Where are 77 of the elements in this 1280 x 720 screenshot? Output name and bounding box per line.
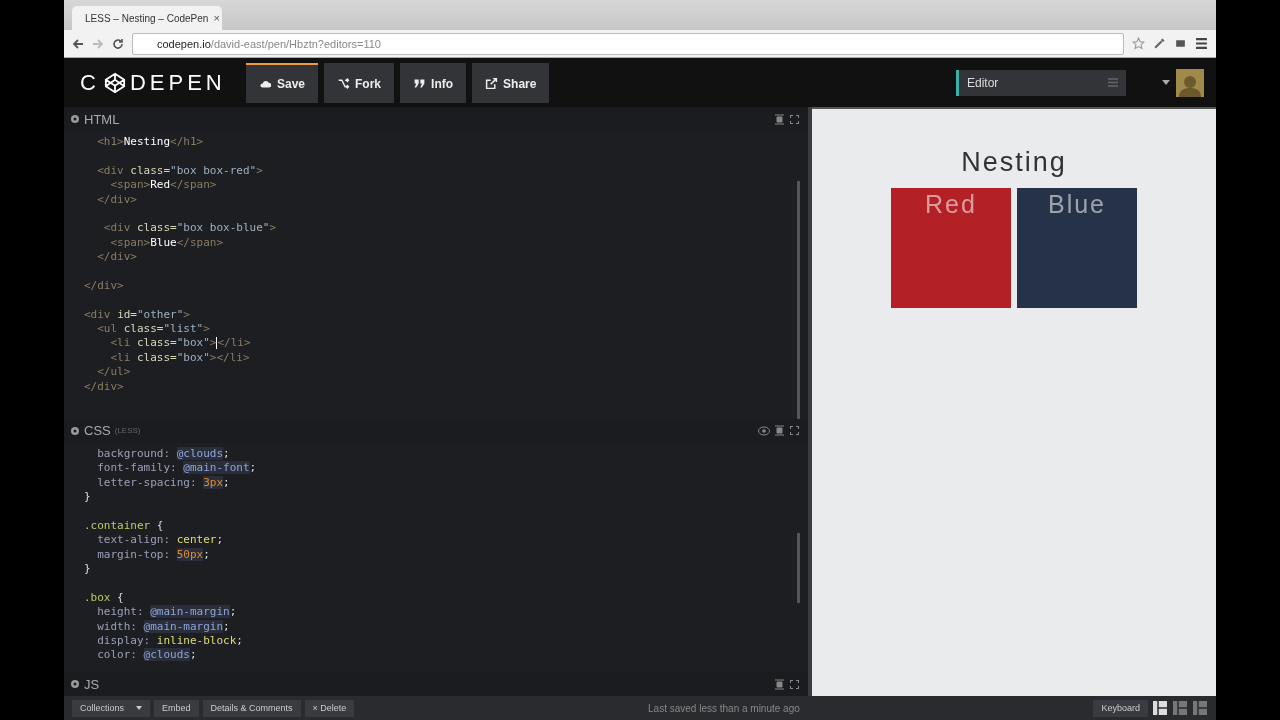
footer-button[interactable]: Collections xyxy=(72,699,151,717)
minimize-icon[interactable] xyxy=(774,678,785,690)
scrollbar[interactable] xyxy=(797,532,800,603)
minimize-icon[interactable] xyxy=(774,425,785,437)
code-line: <span>Blue</span> xyxy=(109,235,224,251)
address-field[interactable]: codepen.io/david-east/pen/Hbztn?editors=110 xyxy=(132,32,1124,55)
view-select[interactable]: Editor xyxy=(956,69,1126,96)
color-box: Blue xyxy=(1017,188,1137,308)
footer-button[interactable]: × Delete xyxy=(304,699,355,717)
code-line: </div> xyxy=(84,278,124,294)
settings-icon[interactable] xyxy=(70,425,80,436)
share-icon xyxy=(485,77,499,90)
color-box: Red xyxy=(891,188,1011,308)
select-value: Editor xyxy=(967,75,999,90)
editor-title: HTML xyxy=(84,111,120,127)
code-line: </div> xyxy=(96,192,137,207)
caret-icon xyxy=(136,706,143,710)
extension-icon[interactable] xyxy=(1153,37,1166,50)
code-line: } xyxy=(84,561,91,577)
minimize-icon[interactable] xyxy=(774,113,785,125)
keyboard-button[interactable]: Keyboard xyxy=(1093,699,1148,717)
caret-icon[interactable] xyxy=(1162,80,1170,85)
code-line: letter-spacing: 3px; xyxy=(96,475,230,490)
avatar[interactable] xyxy=(1176,68,1204,97)
code-line: <ul class="list"> xyxy=(96,322,210,337)
eye-icon[interactable] xyxy=(758,425,770,436)
close-icon[interactable]: × xyxy=(213,12,220,24)
back-icon[interactable] xyxy=(72,37,84,50)
expand-icon[interactable] xyxy=(789,113,800,125)
expand-icon[interactable] xyxy=(789,425,800,437)
footer-button[interactable]: Details & Comments xyxy=(202,699,301,717)
code-line: margin-top: 50px; xyxy=(96,547,210,562)
fork-icon xyxy=(337,77,351,90)
extension-icon[interactable] xyxy=(1174,37,1187,50)
save-status: Last saved less than a minute ago xyxy=(647,702,801,714)
expand-icon[interactable] xyxy=(789,678,800,690)
settings-icon[interactable] xyxy=(70,679,80,689)
toolbar-button[interactable]: Share xyxy=(472,62,550,103)
code-line: height: @main-margin; xyxy=(96,605,237,620)
code-line: background: @clouds; xyxy=(96,446,230,462)
code-line: color: @clouds; xyxy=(96,648,197,663)
toolbar-button[interactable]: Fork xyxy=(324,62,395,103)
layout-icon[interactable] xyxy=(1152,700,1168,716)
menu-icon[interactable] xyxy=(1195,37,1208,50)
code-line: <li class="box"></li> xyxy=(109,336,251,351)
browser-tab[interactable]: LESS – Nesting – CodePen × xyxy=(72,6,222,30)
quote-icon xyxy=(413,77,427,90)
code-line: </ul> xyxy=(96,365,131,380)
code-line: <div class="box box-red"> xyxy=(96,163,263,179)
reload-icon[interactable] xyxy=(112,37,124,50)
code-line: font-family: @main-font; xyxy=(96,461,257,476)
code-line: .container { xyxy=(84,518,164,534)
code-line: <span>Red</span> xyxy=(109,178,217,193)
preview-heading: Nesting xyxy=(961,147,1067,178)
code-line: width: @main-margin; xyxy=(96,619,230,634)
star-icon[interactable] xyxy=(1132,37,1145,50)
code-line: <h1>Nesting</h1> xyxy=(96,135,204,150)
toolbar-button[interactable]: Save xyxy=(246,62,319,103)
editor-title: CSS xyxy=(84,423,111,439)
preprocessor-label: (LESS) xyxy=(114,426,141,436)
code-line: <li class="box"></li> xyxy=(109,350,250,366)
logo[interactable]: C DEPEN xyxy=(80,69,240,96)
text-cursor xyxy=(216,337,218,350)
code-line: display: inline-block; xyxy=(96,633,243,649)
settings-icon[interactable] xyxy=(70,114,80,124)
scrollbar[interactable] xyxy=(797,181,800,419)
code-line: </div> xyxy=(84,379,124,395)
editor-title: JS xyxy=(84,676,100,692)
tab-title: LESS – Nesting – CodePen xyxy=(85,12,209,24)
toolbar-button[interactable]: Info xyxy=(400,62,467,103)
code-line: text-align: center; xyxy=(96,533,224,548)
code-line: .box { xyxy=(84,590,124,606)
code-line: <div id="other"> xyxy=(84,307,190,323)
code-line: } xyxy=(84,490,91,505)
footer-button[interactable]: Embed xyxy=(154,699,199,717)
code-line: <div class="box box-blue"> xyxy=(102,221,277,236)
code-line: </div> xyxy=(96,250,137,265)
